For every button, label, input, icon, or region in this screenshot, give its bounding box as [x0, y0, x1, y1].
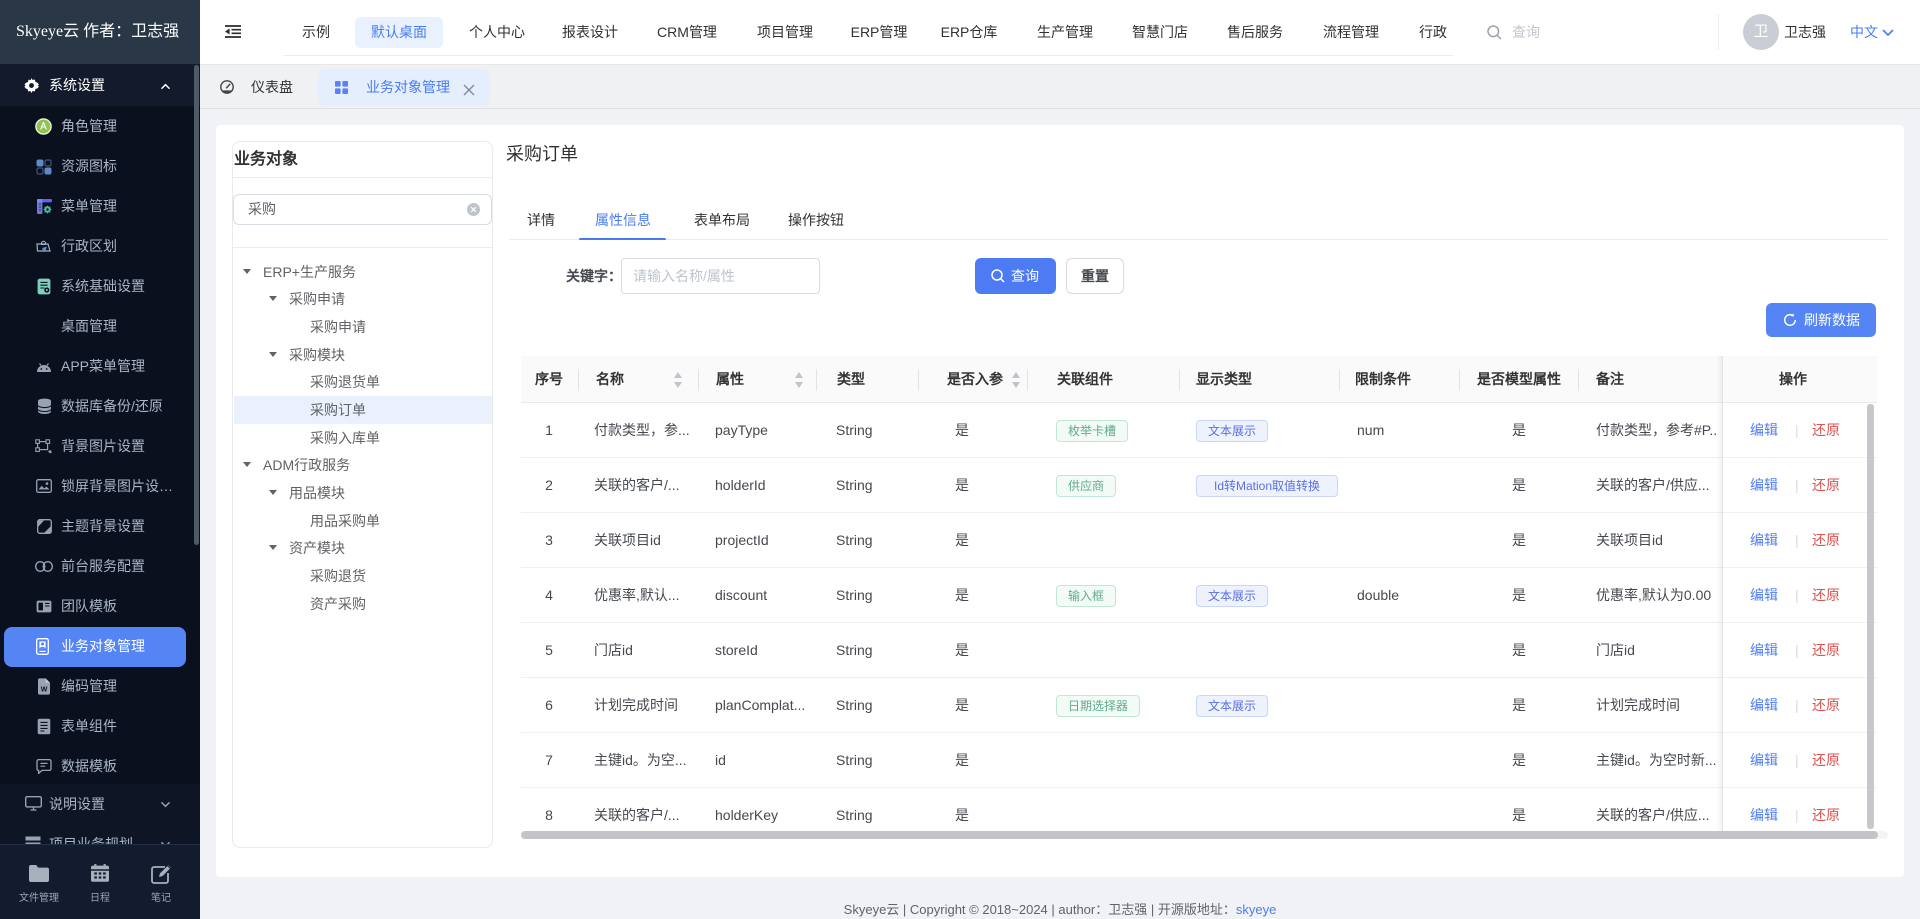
- svg-text:W: W: [41, 686, 48, 693]
